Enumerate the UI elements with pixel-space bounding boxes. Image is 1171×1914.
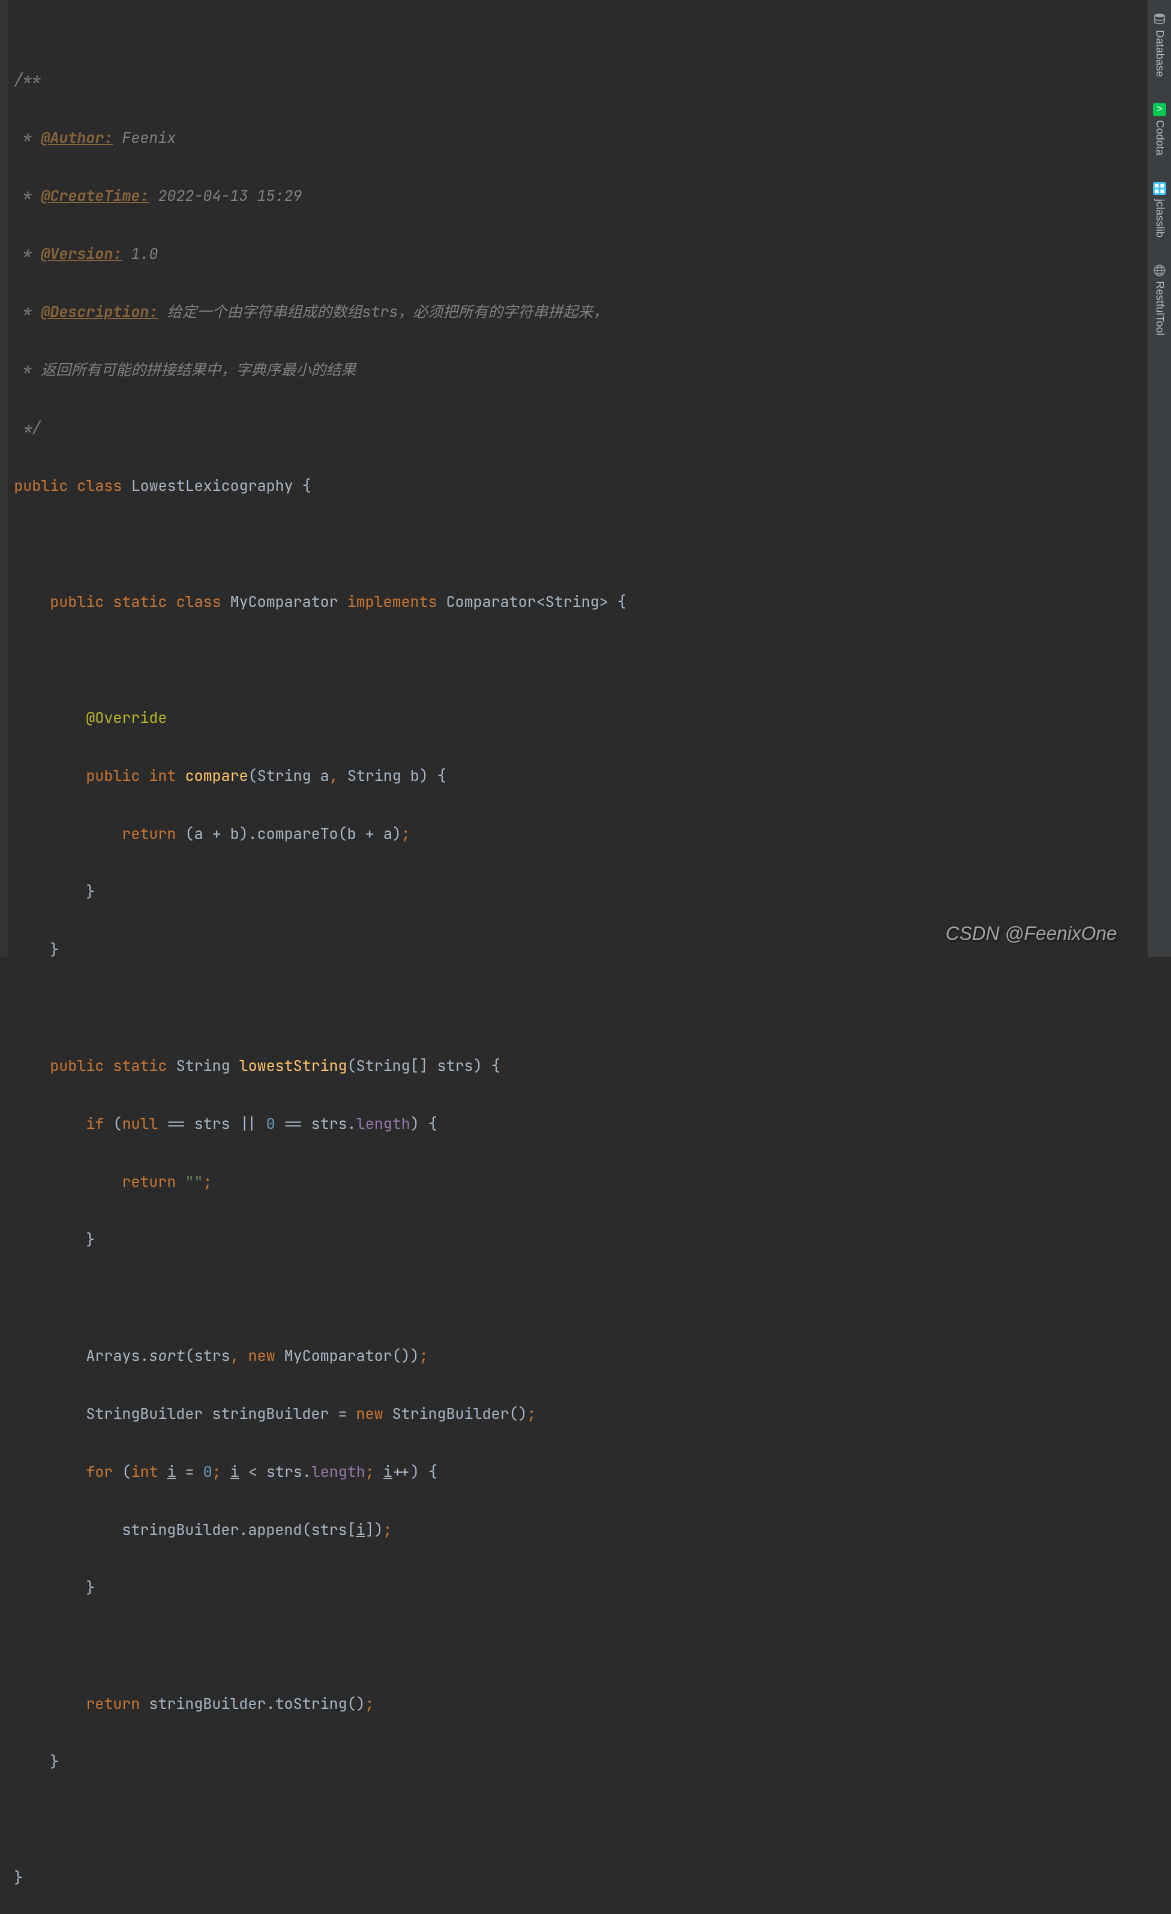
comment-start: /**	[14, 70, 41, 90]
database-icon	[1153, 12, 1167, 26]
codota-icon: >	[1153, 103, 1166, 116]
doc-version-tag: @Version:	[41, 244, 122, 264]
method-compare: compare	[185, 766, 248, 786]
right-sidebar: Database > Codota jclasslib RestfulTool	[1147, 0, 1171, 957]
comment-end: */	[14, 418, 41, 438]
code-editor[interactable]: /** * @Author: Feenix * @CreateTime: 202…	[0, 0, 1147, 957]
override-annotation: @Override	[86, 708, 167, 728]
class-name: LowestLexicography	[131, 476, 293, 496]
globe-icon	[1153, 263, 1167, 277]
sidebar-restful[interactable]: RestfulTool	[1153, 259, 1167, 339]
inner-class: MyComparator	[230, 592, 338, 612]
sidebar-codota[interactable]: > Codota	[1153, 99, 1166, 159]
method-lowest: lowestString	[239, 1056, 347, 1076]
doc-desc2: * 返回所有可能的拼接结果中，字典序最小的结果	[14, 360, 356, 380]
doc-createtime: 2022-04-13 15:29	[149, 186, 302, 206]
sidebar-jclasslib[interactable]: jclasslib	[1153, 178, 1166, 242]
doc-version: 1.0	[122, 244, 158, 264]
doc-createtime-tag: @CreateTime:	[41, 186, 149, 206]
doc-desc: 给定一个由字符串组成的数组strs，必须把所有的字符串拼起来，	[158, 302, 608, 322]
doc-author: Feenix	[113, 128, 176, 148]
watermark: CSDN @FeenixOne	[946, 920, 1117, 949]
gutter	[0, 0, 8, 957]
doc-desc-tag: @Description:	[41, 302, 158, 322]
jclasslib-icon	[1153, 182, 1166, 195]
sidebar-database[interactable]: Database	[1153, 8, 1167, 81]
doc-author-tag: @Author:	[41, 128, 113, 148]
